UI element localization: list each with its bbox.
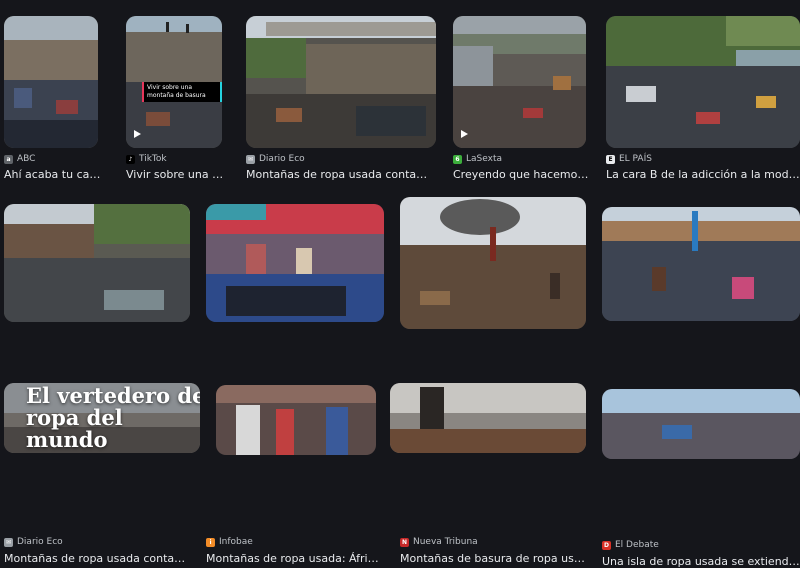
video-caption: Vivir sobre una montaña de basura [142, 82, 222, 102]
result-source: N Nueva Tribuna [400, 537, 478, 547]
infobae-favicon: i [206, 537, 215, 547]
elpais-favicon: E [606, 154, 615, 164]
play-icon [461, 130, 468, 138]
result-title[interactable]: La cara B de la adicción a la moda rá… [606, 168, 800, 181]
lasexta-favicon: 6 [453, 154, 462, 164]
result-source: ✉ Diario Eco [246, 154, 305, 164]
result-thumbnail[interactable] [602, 207, 800, 321]
thumbnail-image [602, 389, 800, 459]
result-thumbnail[interactable] [4, 204, 190, 322]
result-thumbnail[interactable] [4, 16, 98, 148]
result-title[interactable]: Montañas de basura de ropa usada… [400, 552, 586, 565]
result-thumbnail[interactable] [206, 204, 384, 322]
result-thumbnail[interactable] [400, 197, 586, 329]
result-source: ✉ Diario Eco [4, 537, 63, 547]
result-thumbnail[interactable]: Vivir sobre una montaña de basura [126, 16, 222, 148]
result-thumbnail[interactable] [606, 16, 800, 148]
thumbnail-image [453, 16, 586, 148]
thumbnail-image [602, 207, 800, 321]
result-title[interactable]: Ahí acaba tu cami… [4, 168, 106, 181]
result-title[interactable]: Montañas de ropa usada contamina… [246, 168, 436, 181]
thumbnail-image [606, 16, 800, 148]
result-title[interactable]: Creyendo que hacemos e… [453, 168, 589, 181]
result-thumbnail[interactable] [390, 383, 586, 453]
result-source: E EL PAÍS [606, 154, 652, 164]
thumbnail-image [390, 383, 586, 453]
thumbnail-image [4, 204, 190, 322]
result-source: ♪ TikTok [126, 154, 167, 164]
nuevatribuna-favicon: N [400, 537, 409, 547]
result-source: a ABC [4, 154, 35, 164]
result-source: i Infobae [206, 537, 253, 547]
mail-favicon: ✉ [246, 154, 255, 164]
thumbnail-image [400, 197, 586, 329]
thumbnail-image [216, 385, 376, 455]
result-title[interactable]: Montañas de ropa usada contamina… [4, 552, 190, 565]
thumbnail-image [4, 16, 98, 148]
abc-favicon: a [4, 154, 13, 164]
overlay-title: El vertedero de ropa del mundo [26, 383, 200, 452]
thumbnail-image [246, 16, 436, 148]
result-thumbnail[interactable]: El vertedero de ropa del mundo [4, 383, 200, 453]
result-thumbnail[interactable] [453, 16, 586, 148]
result-title[interactable]: Una isla de ropa usada se extiende po… [602, 555, 800, 568]
result-thumbnail[interactable] [246, 16, 436, 148]
result-thumbnail[interactable] [216, 385, 376, 455]
eldebate-favicon: D [602, 540, 611, 550]
play-icon [134, 130, 141, 138]
result-source: 6 LaSexta [453, 154, 502, 164]
tiktok-favicon: ♪ [126, 154, 135, 164]
result-source: D El Debate [602, 540, 659, 550]
result-title[interactable]: Vivir sobre una mo… [126, 168, 230, 181]
result-title[interactable]: Montañas de ropa usada: África "… [206, 552, 384, 565]
result-thumbnail[interactable] [602, 389, 800, 459]
mail-favicon: ✉ [4, 537, 13, 547]
thumbnail-image [206, 204, 384, 322]
